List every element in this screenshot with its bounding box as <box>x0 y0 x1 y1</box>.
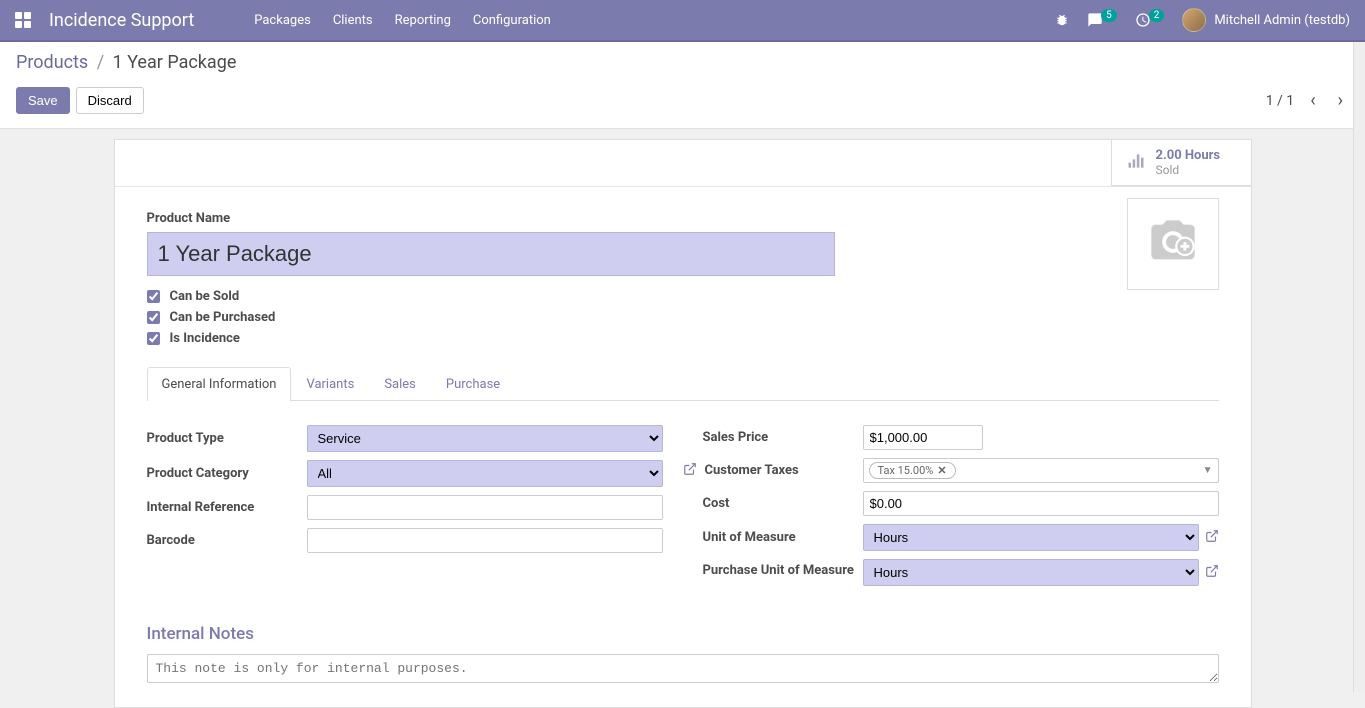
stat-value: 2.00 Hours <box>1156 148 1221 163</box>
menu-configuration[interactable]: Configuration <box>473 13 551 28</box>
sales-price-label: Sales Price <box>703 430 863 445</box>
app-name: Incidence Support <box>49 10 194 31</box>
apps-icon[interactable] <box>15 12 31 28</box>
internal-notes-title: Internal Notes <box>147 624 1219 644</box>
chevron-down-icon[interactable]: ▼ <box>1203 465 1213 476</box>
bug-icon[interactable] <box>1055 13 1069 27</box>
puom-label: Purchase Unit of Measure <box>703 559 863 578</box>
menu-clients[interactable]: Clients <box>333 13 373 28</box>
cost-label: Cost <box>703 496 863 511</box>
activities-badge: 2 <box>1149 9 1165 22</box>
user-menu[interactable]: Mitchell Admin (testdb) <box>1182 8 1350 32</box>
scrollbar[interactable] <box>1353 42 1365 692</box>
can-be-purchased-label: Can be Purchased <box>170 310 276 325</box>
product-name-label: Product Name <box>147 211 1219 226</box>
cost-input[interactable] <box>863 491 1219 516</box>
product-image-upload[interactable] <box>1127 198 1219 290</box>
puom-external-link-icon[interactable] <box>1205 564 1219 582</box>
sales-price-input[interactable] <box>863 425 983 450</box>
puom-select[interactable]: Hours <box>863 559 1199 586</box>
tabs: General Information Variants Sales Purch… <box>147 367 1219 401</box>
external-link-icon[interactable] <box>683 462 697 480</box>
stat-label: Sold <box>1156 163 1221 177</box>
tax-tag-label: Tax 15.00% <box>878 464 934 477</box>
barcode-input[interactable] <box>307 528 663 553</box>
can-be-purchased-checkbox[interactable] <box>147 311 160 324</box>
is-incidence-label: Is Incidence <box>170 331 240 346</box>
discard-button[interactable]: Discard <box>76 87 144 114</box>
product-type-label: Product Type <box>147 431 307 446</box>
avatar <box>1182 8 1206 32</box>
save-button[interactable]: Save <box>16 87 70 114</box>
internal-notes-textarea[interactable] <box>147 654 1219 683</box>
uom-external-link-icon[interactable] <box>1205 529 1219 547</box>
customer-taxes-label: Customer Taxes <box>705 463 799 478</box>
tab-sales[interactable]: Sales <box>369 367 431 401</box>
remove-tax-icon[interactable]: ✕ <box>937 464 946 477</box>
messages-icon[interactable]: 5 <box>1087 12 1117 28</box>
tab-general-information[interactable]: General Information <box>147 367 292 401</box>
breadcrumb-root[interactable]: Products <box>16 52 88 73</box>
stat-sold[interactable]: 2.00 Hours Sold <box>1111 140 1251 186</box>
pager-text: 1 / 1 <box>1266 93 1294 109</box>
internal-reference-input[interactable] <box>307 495 663 520</box>
product-category-select[interactable]: All <box>307 460 663 487</box>
menu-reporting[interactable]: Reporting <box>395 13 451 28</box>
internal-reference-label: Internal Reference <box>147 500 307 515</box>
breadcrumb: Products / 1 Year Package <box>16 52 1349 73</box>
navbar-right: 5 2 Mitchell Admin (testdb) <box>1055 8 1350 32</box>
form-sheet: 2.00 Hours Sold Product Name Can be Sold <box>114 139 1252 708</box>
barcode-label: Barcode <box>147 533 307 548</box>
tab-purchase[interactable]: Purchase <box>431 367 515 401</box>
main-area: 2.00 Hours Sold Product Name Can be Sold <box>0 129 1365 708</box>
messages-badge: 5 <box>1101 9 1117 22</box>
top-navbar: Incidence Support Packages Clients Repor… <box>0 0 1365 42</box>
uom-label: Unit of Measure <box>703 530 863 545</box>
activities-icon[interactable]: 2 <box>1135 12 1165 28</box>
can-be-sold-label: Can be Sold <box>170 289 240 304</box>
product-type-select[interactable]: Service <box>307 425 663 452</box>
control-panel: Products / 1 Year Package Save Discard 1… <box>0 42 1365 129</box>
pager-prev[interactable]: ‹ <box>1304 90 1321 111</box>
is-incidence-checkbox[interactable] <box>147 332 160 345</box>
pager-next[interactable]: › <box>1332 90 1349 111</box>
can-be-sold-checkbox[interactable] <box>147 290 160 303</box>
camera-icon <box>1147 216 1199 272</box>
product-name-input[interactable] <box>147 232 835 276</box>
breadcrumb-sep: / <box>97 52 104 73</box>
product-category-label: Product Category <box>147 466 307 481</box>
bars-icon <box>1126 151 1146 175</box>
main-menu: Packages Clients Reporting Configuration <box>254 13 1055 28</box>
pager: 1 / 1 ‹ › <box>1266 90 1349 111</box>
customer-taxes-field[interactable]: Tax 15.00% ✕ ▼ <box>863 458 1219 483</box>
breadcrumb-current: 1 Year Package <box>113 52 237 73</box>
user-name: Mitchell Admin (testdb) <box>1214 13 1350 28</box>
menu-packages[interactable]: Packages <box>254 13 311 28</box>
uom-select[interactable]: Hours <box>863 524 1199 551</box>
tab-variants[interactable]: Variants <box>291 367 369 401</box>
tax-tag: Tax 15.00% ✕ <box>869 462 956 479</box>
